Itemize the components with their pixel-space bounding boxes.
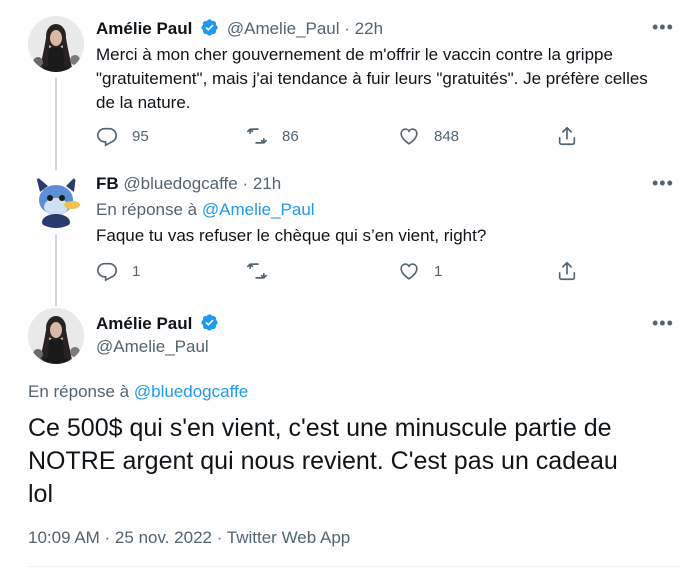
verified-badge-icon — [200, 313, 219, 337]
reply-button[interactable]: 95 — [96, 125, 149, 147]
avatar-amelie[interactable] — [28, 308, 84, 364]
like-button[interactable]: 848 — [398, 125, 459, 147]
separator-dot: · — [242, 174, 253, 193]
retweet-count: 86 — [282, 127, 299, 145]
avatar-amelie[interactable] — [28, 16, 84, 72]
thread-line — [55, 78, 57, 170]
reply-button[interactable]: 1 — [96, 260, 140, 282]
like-button[interactable]: 1 — [398, 260, 442, 282]
tweet-text-line: lol — [28, 480, 54, 508]
like-count: 1 — [434, 262, 443, 280]
tweet-actions: 1 1 — [96, 260, 686, 284]
display-name[interactable]: FB — [96, 174, 119, 193]
separator-dot: · — [344, 19, 355, 38]
more-icon[interactable]: ••• — [652, 18, 674, 36]
tweet-text: Faque tu vas refuser le chèque qui s’en … — [96, 226, 487, 245]
reply-prefix: En réponse à — [28, 382, 130, 401]
tweet-text-line: Merci à mon cher gouvernement de m'offri… — [96, 45, 613, 64]
display-name[interactable]: Amélie Paul — [96, 19, 192, 38]
reply-context: En réponse à @Amelie_Paul — [96, 200, 315, 220]
tweet-header: FB @bluedogcaffe · 21h — [96, 174, 281, 194]
reply-count: 1 — [132, 262, 141, 280]
retweet-button[interactable] — [246, 260, 282, 282]
retweet-button[interactable]: 86 — [246, 125, 299, 147]
like-icon — [400, 128, 418, 145]
reply-to-mention[interactable]: @Amelie_Paul — [202, 200, 315, 219]
display-name[interactable]: Amélie Paul — [96, 314, 192, 333]
tweet-time[interactable]: 22h — [355, 19, 383, 38]
handle[interactable]: @Amelie_Paul — [96, 337, 209, 357]
tweet-time[interactable]: 21h — [253, 174, 281, 193]
divider — [28, 566, 680, 567]
tweet-timestamp[interactable]: 10:09 AM · 25 nov. 2022 · Twitter Web Ap… — [28, 528, 350, 548]
share-icon — [558, 261, 576, 281]
reply-icon — [97, 262, 117, 282]
reply-count: 95 — [132, 127, 149, 145]
tweet-text-line: NOTRE argent qui nous revient. C'est pas… — [28, 447, 618, 475]
reply-to-mention[interactable]: @bluedogcaffe — [134, 382, 248, 401]
share-button[interactable] — [556, 260, 578, 282]
reply-context: En réponse à @bluedogcaffe — [28, 382, 248, 402]
reply-icon — [97, 127, 117, 147]
avatar-fb[interactable] — [28, 172, 84, 228]
reply-prefix: En réponse à — [96, 200, 198, 219]
share-icon — [558, 126, 576, 146]
main-tweet-name: Amélie Paul — [96, 313, 222, 337]
verified-badge-icon — [200, 18, 219, 42]
tweet-text-line: "gratuitement", mais j'ai tendance à fui… — [96, 69, 648, 88]
like-count: 848 — [434, 127, 460, 145]
like-icon — [400, 263, 418, 280]
retweet-icon — [247, 128, 267, 144]
more-icon[interactable]: ••• — [652, 174, 674, 192]
share-button[interactable] — [556, 125, 578, 147]
main-tweet-text: Ce 500$ qui s'en vient, c'est une minusc… — [28, 412, 678, 511]
more-icon[interactable]: ••• — [652, 314, 674, 332]
thread-line — [55, 234, 57, 306]
tweet-actions: 95 86 848 — [96, 125, 686, 149]
handle[interactable]: @bluedogcaffe — [123, 174, 237, 193]
tweet-text-line: de la nature. — [96, 93, 191, 112]
tweet-text: Merci à mon cher gouvernement de m'offri… — [96, 43, 686, 115]
retweet-icon — [247, 263, 267, 279]
tweet-text-line: Ce 500$ qui s'en vient, c'est une minusc… — [28, 414, 612, 442]
tweet-header: Amélie Paul @Amelie_Paul · 22h — [96, 18, 383, 42]
handle[interactable]: @Amelie_Paul — [227, 19, 340, 38]
